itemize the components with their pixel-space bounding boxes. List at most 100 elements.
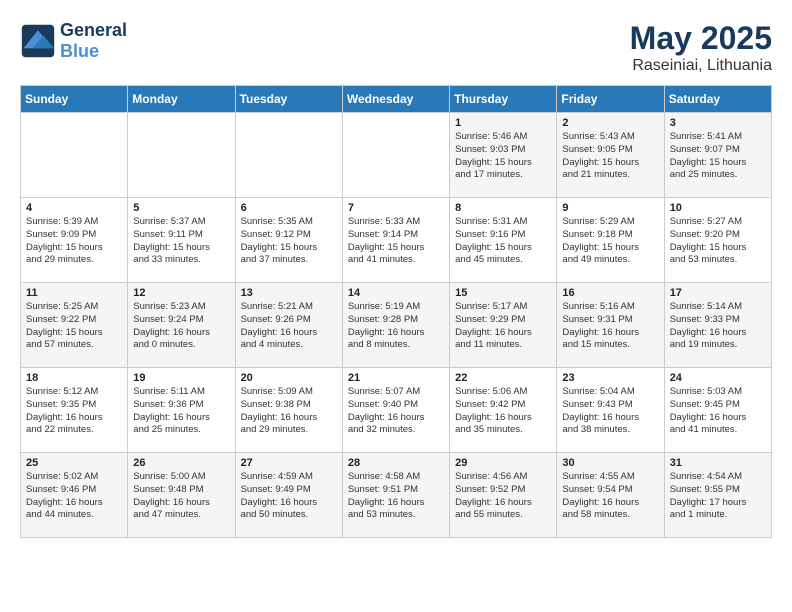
calendar-cell: 17 Sunrise: 5:14 AM Sunset: 9:33 PM Dayli…: [664, 283, 771, 368]
calendar-cell: 1 Sunrise: 5:46 AM Sunset: 9:03 PM Daylig…: [450, 113, 557, 198]
day-number: 11: [26, 287, 122, 299]
calendar-week-1: 1 Sunrise: 5:46 AM Sunset: 9:03 PM Daylig…: [21, 113, 772, 198]
calendar-cell: 4 Sunrise: 5:39 AM Sunset: 9:09 PM Daylig…: [21, 198, 128, 283]
calendar-cell: 19 Sunrise: 5:11 AM Sunset: 9:36 PM Dayli…: [128, 368, 235, 453]
day-number: 27: [241, 457, 337, 469]
weekday-row: SundayMondayTuesdayWednesdayThursdayFrid…: [21, 86, 772, 113]
calendar-cell: 28Sunrise: 4:58 AM Sunset: 9:51 PM Dayli…: [342, 453, 449, 538]
day-info: Sunrise: 4:56 AM Sunset: 9:52 PM Dayligh…: [455, 471, 551, 522]
calendar-cell: 16 Sunrise: 5:16 AM Sunset: 9:31 PM Dayli…: [557, 283, 664, 368]
day-info: Sunrise: 5:39 AM Sunset: 9:09 PM Dayligh…: [26, 216, 122, 267]
logo: General Blue: [20, 20, 127, 62]
day-number: 14: [348, 287, 444, 299]
day-info: Sunrise: 5:14 AM Sunset: 9:33 PM Dayligh…: [670, 301, 766, 352]
calendar-cell: 29Sunrise: 4:56 AM Sunset: 9:52 PM Dayli…: [450, 453, 557, 538]
calendar-title: May 2025: [630, 20, 772, 57]
day-number: 28: [348, 457, 444, 469]
day-number: 16: [562, 287, 658, 299]
calendar-week-4: 18 Sunrise: 5:12 AM Sunset: 9:35 PM Dayli…: [21, 368, 772, 453]
day-number: 25: [26, 457, 122, 469]
day-info: Sunrise: 5:07 AM Sunset: 9:40 PM Dayligh…: [348, 386, 444, 437]
day-number: 1: [455, 117, 551, 129]
day-number: 17: [670, 287, 766, 299]
day-info: Sunrise: 5:41 AM Sunset: 9:07 PM Dayligh…: [670, 131, 766, 182]
calendar-cell: 7 Sunrise: 5:33 AM Sunset: 9:14 PM Daylig…: [342, 198, 449, 283]
calendar-header: SundayMondayTuesdayWednesdayThursdayFrid…: [21, 86, 772, 113]
calendar-cell: 9 Sunrise: 5:29 AM Sunset: 9:18 PM Daylig…: [557, 198, 664, 283]
day-number: 22: [455, 372, 551, 384]
day-info: Sunrise: 5:11 AM Sunset: 9:36 PM Dayligh…: [133, 386, 229, 437]
day-info: Sunrise: 5:23 AM Sunset: 9:24 PM Dayligh…: [133, 301, 229, 352]
day-number: 4: [26, 202, 122, 214]
calendar-cell: 8Sunrise: 5:31 AM Sunset: 9:16 PM Daylig…: [450, 198, 557, 283]
day-info: Sunrise: 4:55 AM Sunset: 9:54 PM Dayligh…: [562, 471, 658, 522]
weekday-header-tuesday: Tuesday: [235, 86, 342, 113]
day-info: Sunrise: 5:29 AM Sunset: 9:18 PM Dayligh…: [562, 216, 658, 267]
calendar-body: 1 Sunrise: 5:46 AM Sunset: 9:03 PM Daylig…: [21, 113, 772, 538]
calendar-cell: 12Sunrise: 5:23 AM Sunset: 9:24 PM Dayli…: [128, 283, 235, 368]
calendar-cell: 6 Sunrise: 5:35 AM Sunset: 9:12 PM Daylig…: [235, 198, 342, 283]
day-info: Sunrise: 5:16 AM Sunset: 9:31 PM Dayligh…: [562, 301, 658, 352]
day-number: 19: [133, 372, 229, 384]
day-number: 9: [562, 202, 658, 214]
calendar-cell: 31Sunrise: 4:54 AM Sunset: 9:55 PM Dayli…: [664, 453, 771, 538]
calendar-cell: 25Sunrise: 5:02 AM Sunset: 9:46 PM Dayli…: [21, 453, 128, 538]
day-number: 13: [241, 287, 337, 299]
weekday-header-friday: Friday: [557, 86, 664, 113]
day-number: 7: [348, 202, 444, 214]
day-number: 2: [562, 117, 658, 129]
day-info: Sunrise: 5:33 AM Sunset: 9:14 PM Dayligh…: [348, 216, 444, 267]
day-number: 15: [455, 287, 551, 299]
day-info: Sunrise: 5:09 AM Sunset: 9:38 PM Dayligh…: [241, 386, 337, 437]
day-number: 3: [670, 117, 766, 129]
calendar-subtitle: Raseiniai, Lithuania: [630, 57, 772, 75]
calendar-cell: [235, 113, 342, 198]
calendar-cell: 18 Sunrise: 5:12 AM Sunset: 9:35 PM Dayli…: [21, 368, 128, 453]
weekday-header-thursday: Thursday: [450, 86, 557, 113]
calendar-cell: [342, 113, 449, 198]
calendar-cell: 10 Sunrise: 5:27 AM Sunset: 9:20 PM Dayli…: [664, 198, 771, 283]
calendar-cell: 13 Sunrise: 5:21 AM Sunset: 9:26 PM Dayli…: [235, 283, 342, 368]
day-info: Sunrise: 5:25 AM Sunset: 9:22 PM Dayligh…: [26, 301, 122, 352]
calendar-cell: 20Sunrise: 5:09 AM Sunset: 9:38 PM Dayli…: [235, 368, 342, 453]
calendar-week-3: 11 Sunrise: 5:25 AM Sunset: 9:22 PM Dayli…: [21, 283, 772, 368]
calendar-cell: 26Sunrise: 5:00 AM Sunset: 9:48 PM Dayli…: [128, 453, 235, 538]
weekday-header-monday: Monday: [128, 86, 235, 113]
calendar-cell: 30 Sunrise: 4:55 AM Sunset: 9:54 PM Dayli…: [557, 453, 664, 538]
weekday-header-sunday: Sunday: [21, 86, 128, 113]
day-info: Sunrise: 5:37 AM Sunset: 9:11 PM Dayligh…: [133, 216, 229, 267]
day-info: Sunrise: 5:04 AM Sunset: 9:43 PM Dayligh…: [562, 386, 658, 437]
day-number: 10: [670, 202, 766, 214]
day-number: 26: [133, 457, 229, 469]
calendar-cell: 2 Sunrise: 5:43 AM Sunset: 9:05 PM Daylig…: [557, 113, 664, 198]
calendar-cell: 15 Sunrise: 5:17 AM Sunset: 9:29 PM Dayli…: [450, 283, 557, 368]
calendar-cell: 11 Sunrise: 5:25 AM Sunset: 9:22 PM Dayli…: [21, 283, 128, 368]
calendar-week-5: 25Sunrise: 5:02 AM Sunset: 9:46 PM Dayli…: [21, 453, 772, 538]
day-info: Sunrise: 4:54 AM Sunset: 9:55 PM Dayligh…: [670, 471, 766, 522]
day-number: 24: [670, 372, 766, 384]
weekday-header-saturday: Saturday: [664, 86, 771, 113]
day-info: Sunrise: 5:17 AM Sunset: 9:29 PM Dayligh…: [455, 301, 551, 352]
day-info: Sunrise: 5:21 AM Sunset: 9:26 PM Dayligh…: [241, 301, 337, 352]
calendar-cell: 14 Sunrise: 5:19 AM Sunset: 9:28 PM Dayli…: [342, 283, 449, 368]
calendar-cell: 24Sunrise: 5:03 AM Sunset: 9:45 PM Dayli…: [664, 368, 771, 453]
day-number: 21: [348, 372, 444, 384]
day-number: 6: [241, 202, 337, 214]
day-info: Sunrise: 5:27 AM Sunset: 9:20 PM Dayligh…: [670, 216, 766, 267]
day-info: Sunrise: 5:06 AM Sunset: 9:42 PM Dayligh…: [455, 386, 551, 437]
day-info: Sunrise: 5:43 AM Sunset: 9:05 PM Dayligh…: [562, 131, 658, 182]
calendar-week-2: 4 Sunrise: 5:39 AM Sunset: 9:09 PM Daylig…: [21, 198, 772, 283]
day-number: 30: [562, 457, 658, 469]
calendar-cell: [21, 113, 128, 198]
day-info: Sunrise: 5:12 AM Sunset: 9:35 PM Dayligh…: [26, 386, 122, 437]
day-info: Sunrise: 5:19 AM Sunset: 9:28 PM Dayligh…: [348, 301, 444, 352]
calendar-cell: 5Sunrise: 5:37 AM Sunset: 9:11 PM Daylig…: [128, 198, 235, 283]
day-info: Sunrise: 5:46 AM Sunset: 9:03 PM Dayligh…: [455, 131, 551, 182]
day-number: 18: [26, 372, 122, 384]
calendar-cell: 22 Sunrise: 5:06 AM Sunset: 9:42 PM Dayli…: [450, 368, 557, 453]
day-info: Sunrise: 5:35 AM Sunset: 9:12 PM Dayligh…: [241, 216, 337, 267]
weekday-header-wednesday: Wednesday: [342, 86, 449, 113]
day-number: 23: [562, 372, 658, 384]
title-area: May 2025 Raseiniai, Lithuania: [630, 20, 772, 75]
calendar-cell: 21 Sunrise: 5:07 AM Sunset: 9:40 PM Dayli…: [342, 368, 449, 453]
